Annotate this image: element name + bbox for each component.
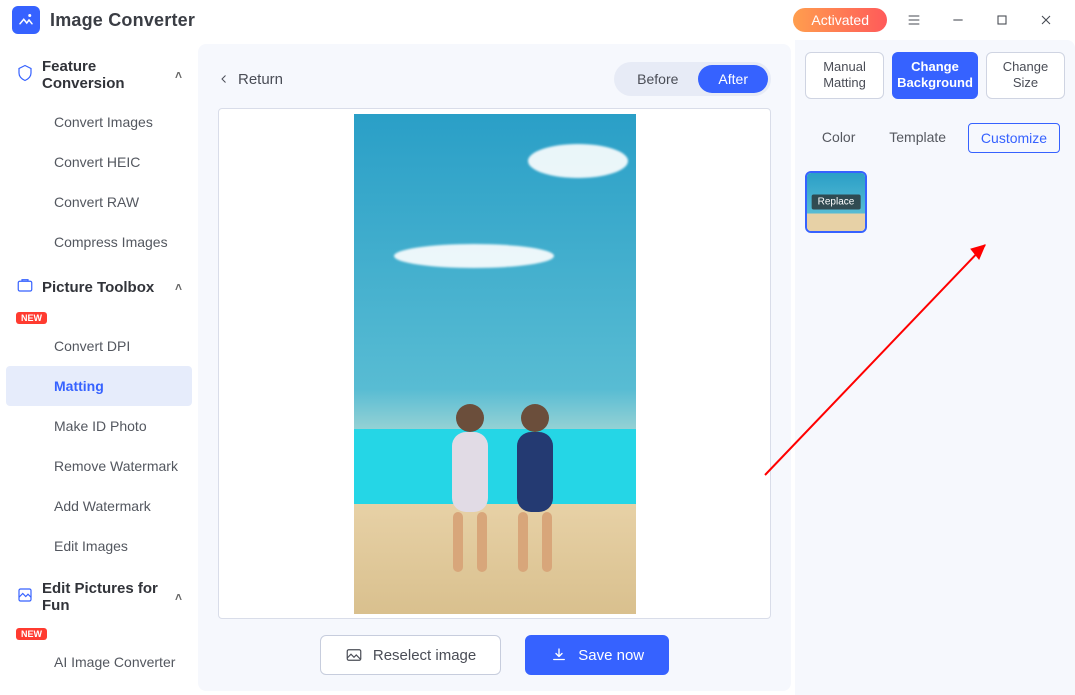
sidebar-item-add-watermark[interactable]: Add Watermark — [6, 486, 192, 526]
save-now-label: Save now — [578, 647, 644, 664]
tab-color[interactable]: Color — [810, 123, 867, 153]
seg-after[interactable]: After — [698, 65, 768, 93]
sidebar-section-picture-toolbox: Picture Toolbox ˄ NEW Convert DPI Mattin… — [0, 266, 198, 566]
picture-toolbox-icon — [16, 276, 34, 298]
image-canvas — [218, 108, 771, 619]
sidebar-section-edit-for-fun: Edit Pictures for Fun ˄ NEW AI Image Con… — [0, 570, 198, 695]
sidebar-item-convert-raw[interactable]: Convert RAW — [6, 182, 192, 222]
window-maximize-icon[interactable] — [985, 3, 1019, 37]
window-minimize-icon[interactable] — [941, 3, 975, 37]
sidebar-head-feature-conversion[interactable]: Feature Conversion ˄ — [0, 48, 198, 102]
background-thumbnail[interactable]: Replace — [805, 171, 867, 233]
chevron-up-icon: ˄ — [175, 280, 182, 294]
app-title: Image Converter — [50, 10, 195, 31]
tab-template[interactable]: Template — [877, 123, 958, 153]
new-badge: NEW — [16, 628, 47, 640]
right-panel: Manual Matting Change Background Change … — [795, 40, 1075, 695]
mode-manual-matting[interactable]: Manual Matting — [805, 52, 884, 99]
return-button[interactable]: Return — [218, 71, 283, 88]
sidebar-item-remove-watermark[interactable]: Remove Watermark — [6, 446, 192, 486]
sidebar-item-convert-images[interactable]: Convert Images — [6, 102, 192, 142]
chevron-up-icon: ˄ — [175, 68, 182, 82]
return-label: Return — [238, 71, 283, 88]
sidebar-head-edit-for-fun[interactable]: Edit Pictures for Fun ˄ — [0, 570, 198, 624]
tab-customize[interactable]: Customize — [968, 123, 1060, 153]
sidebar-item-edit-images[interactable]: Edit Images — [6, 526, 192, 566]
window-close-icon[interactable] — [1029, 3, 1063, 37]
preview-image — [354, 114, 636, 614]
new-badge: NEW — [16, 312, 47, 324]
annotation-arrow — [755, 225, 1015, 485]
sidebar-head-picture-toolbox[interactable]: Picture Toolbox ˄ — [0, 266, 198, 308]
sidebar-item-matting[interactable]: Matting — [6, 366, 192, 406]
sidebar-item-make-id-photo[interactable]: Make ID Photo — [6, 406, 192, 446]
chevron-up-icon: ˄ — [175, 590, 182, 604]
sidebar-item-convert-heic[interactable]: Convert HEIC — [6, 142, 192, 182]
image-icon — [345, 646, 363, 664]
feature-conversion-icon — [16, 64, 34, 86]
sidebar-section-label: Picture Toolbox — [42, 279, 154, 296]
mode-change-size[interactable]: Change Size — [986, 52, 1065, 99]
edit-for-fun-icon — [16, 586, 34, 608]
before-after-toggle: Before After — [614, 62, 771, 96]
sidebar-section-label: Feature Conversion — [42, 58, 167, 92]
download-icon — [550, 646, 568, 664]
sidebar-item-compress-images[interactable]: Compress Images — [6, 222, 192, 262]
sidebar-item-photo-restoration[interactable]: Photo Restoration — [6, 682, 192, 695]
activated-pill: Activated — [793, 8, 887, 32]
reselect-image-label: Reselect image — [373, 647, 476, 664]
sidebar-item-convert-dpi[interactable]: Convert DPI — [6, 326, 192, 366]
chevron-left-icon — [218, 73, 230, 85]
sidebar-section-feature-conversion: Feature Conversion ˄ Convert Images Conv… — [0, 48, 198, 262]
thumbnail-replace-label: Replace — [812, 194, 861, 209]
sidebar: Feature Conversion ˄ Convert Images Conv… — [0, 40, 198, 695]
hamburger-menu-icon[interactable] — [897, 3, 931, 37]
sidebar-section-label: Edit Pictures for Fun — [42, 580, 167, 614]
app-logo — [12, 6, 40, 34]
save-now-button[interactable]: Save now — [525, 635, 669, 675]
reselect-image-button[interactable]: Reselect image — [320, 635, 501, 675]
sidebar-item-ai-image-converter[interactable]: AI Image Converter — [6, 642, 192, 682]
mode-change-background[interactable]: Change Background — [892, 52, 978, 99]
title-bar: Image Converter Activated — [0, 0, 1075, 40]
seg-before[interactable]: Before — [617, 65, 698, 93]
editor-area: Return Before After Reselect image — [198, 44, 791, 691]
